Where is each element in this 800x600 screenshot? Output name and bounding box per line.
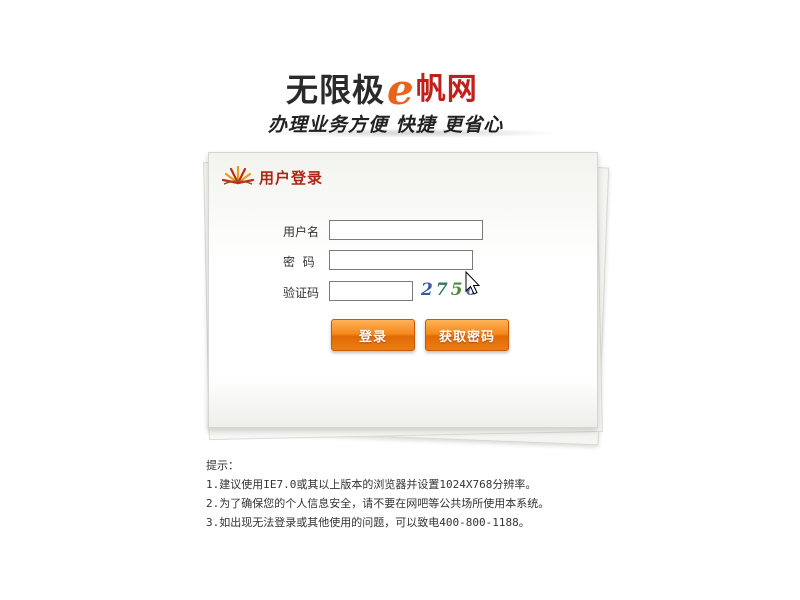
captcha-input[interactable] [329, 281, 413, 301]
brand-name-part2: 帆网 [415, 72, 478, 107]
brand-name-part1: 无限极 [286, 71, 386, 109]
sun-rays-icon [221, 165, 255, 185]
password-input[interactable] [329, 250, 473, 270]
login-panel-header: 用户登录 [209, 153, 597, 197]
captcha-label: 验证码 [283, 286, 320, 300]
login-panel: 用户登录 用户名 密 码 验证码 2756 登录 获取密码 [208, 152, 598, 428]
captcha-char: 5 [450, 280, 466, 300]
username-label: 用户名 [283, 225, 320, 239]
captcha-image[interactable]: 2756 [421, 279, 477, 301]
brand-logo: 无限极 e 帆网 [286, 65, 546, 114]
retrieve-password-button[interactable]: 获取密码 [425, 319, 509, 351]
mouse-pointer-icon [465, 271, 481, 295]
tips-heading: 提示： [206, 459, 239, 472]
tip-item: 1.建议使用IE7.0或其以上版本的浏览器并设置1024X768分辨率。 [206, 478, 537, 491]
tip-item: 2.为了确保您的个人信息安全，请不要在网吧等公共场所使用本系统。 [206, 497, 550, 510]
captcha-char: 7 [435, 280, 451, 300]
username-input[interactable] [329, 220, 483, 240]
tip-item: 3.如出现无法登录或其他使用的问题，可以致电400-800-1188。 [206, 516, 530, 529]
tips-section: 提示： 1.建议使用IE7.0或其以上版本的浏览器并设置1024X768分辨率。… [206, 456, 626, 532]
captcha-char: 2 [421, 280, 436, 300]
password-label: 密 码 [283, 255, 315, 269]
login-title: 用户登录 [259, 169, 324, 187]
login-button[interactable]: 登录 [331, 319, 415, 351]
brand-e-letter: e [387, 65, 414, 114]
slogan-shadow [262, 128, 562, 138]
